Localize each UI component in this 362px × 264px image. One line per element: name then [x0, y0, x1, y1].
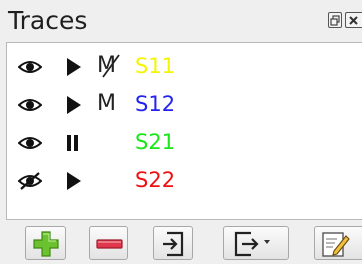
eye-hidden-icon[interactable]	[17, 172, 43, 190]
restore-window-icon[interactable]	[328, 12, 342, 28]
import-trace-button[interactable]	[153, 226, 193, 260]
eye-icon[interactable]	[17, 96, 43, 114]
play-icon[interactable]	[63, 170, 85, 192]
pause-icon[interactable]	[63, 132, 85, 154]
memory-indicator[interactable]	[97, 127, 131, 157]
minus-icon	[96, 239, 123, 249]
trace-name: S11	[135, 54, 176, 78]
plus-icon	[33, 231, 59, 257]
trace-name: S12	[135, 92, 176, 116]
trace-row[interactable]: M S12	[7, 85, 362, 123]
memory-indicator[interactable]: M	[97, 51, 131, 81]
trace-name: S21	[135, 130, 176, 154]
play-icon[interactable]	[63, 94, 85, 116]
import-icon	[163, 231, 184, 257]
edit-trace-button[interactable]	[314, 226, 362, 260]
strike-icon	[102, 54, 120, 78]
trace-toolbar	[0, 224, 362, 264]
memory-label: M	[97, 91, 116, 116]
panel-header: Traces	[0, 0, 362, 40]
eye-icon[interactable]	[17, 134, 43, 152]
close-icon[interactable]	[345, 12, 362, 28]
trace-name: S22	[135, 168, 176, 192]
remove-trace-button[interactable]	[89, 226, 128, 260]
memory-indicator[interactable]: M	[97, 89, 131, 119]
add-trace-button[interactable]	[25, 226, 66, 260]
trace-row[interactable]: M S11	[7, 47, 362, 85]
panel-title: Traces	[8, 6, 88, 35]
traces-panel: Traces M S11 M S12 S21 S22	[0, 0, 362, 264]
export-trace-button[interactable]	[223, 226, 289, 260]
edit-icon	[322, 232, 350, 257]
export-icon	[234, 231, 270, 257]
trace-row[interactable]: S22	[7, 161, 362, 199]
trace-list[interactable]: M S11 M S12 S21 S22	[6, 42, 362, 220]
play-icon[interactable]	[63, 56, 85, 78]
trace-row[interactable]: S21	[7, 123, 362, 161]
eye-icon[interactable]	[17, 58, 43, 76]
memory-indicator[interactable]	[97, 165, 131, 195]
